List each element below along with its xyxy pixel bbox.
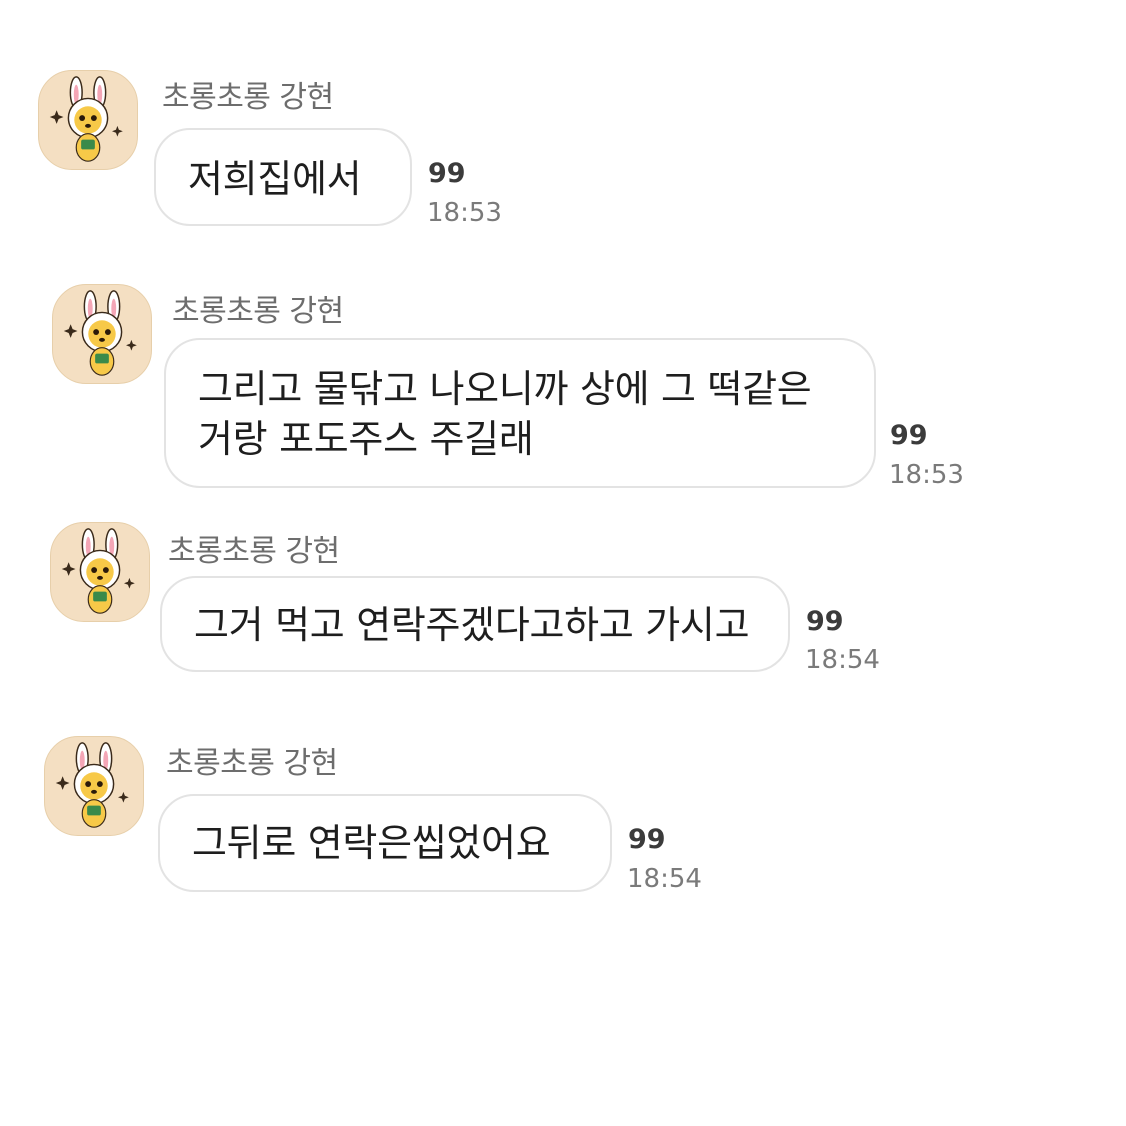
message-bubble[interactable]: 그거 먹고 연락주겠다고하고 가시고 — [160, 576, 790, 672]
message-text-line: 거랑 포도주스 주길래 — [198, 417, 534, 461]
sender-avatar[interactable] — [44, 736, 144, 836]
sender-name: 초롱초롱 강현 — [166, 746, 338, 781]
sender-avatar[interactable] — [38, 70, 138, 170]
bunny-hood-character-icon — [61, 528, 135, 614]
bunny-hood-character-icon — [63, 290, 137, 376]
bunny-hood-character-icon — [55, 742, 129, 828]
bunny-hood-character-icon — [49, 76, 123, 162]
message-time: 18:54 — [805, 645, 880, 675]
message-bubble[interactable]: 그리고 물닦고 나오니까 상에 그 떡같은 거랑 포도주스 주길래 — [164, 338, 876, 488]
unread-count: 99 — [428, 158, 466, 189]
message-bubble[interactable]: 그뒤로 연락은씹었어요 — [158, 794, 612, 892]
sender-name: 초롱초롱 강현 — [168, 534, 340, 569]
sender-name: 초롱초롱 강현 — [172, 294, 344, 329]
sender-avatar[interactable] — [52, 284, 152, 384]
message-text: 저희집에서 — [188, 157, 362, 201]
message-text-line: 그리고 물닦고 나오니까 상에 그 떡같은 — [198, 367, 812, 411]
message-time: 18:53 — [889, 460, 964, 490]
unread-count: 99 — [806, 606, 844, 637]
message-text: 그거 먹고 연락주겠다고하고 가시고 — [194, 603, 750, 647]
unread-count: 99 — [628, 824, 666, 855]
message-time: 18:53 — [427, 198, 502, 228]
message-time: 18:54 — [627, 864, 702, 894]
message-text: 그뒤로 연락은씹었어요 — [192, 821, 551, 865]
message-bubble[interactable]: 저희집에서 — [154, 128, 412, 226]
sender-avatar[interactable] — [50, 522, 150, 622]
sender-name: 초롱초롱 강현 — [162, 80, 334, 115]
unread-count: 99 — [890, 420, 928, 451]
